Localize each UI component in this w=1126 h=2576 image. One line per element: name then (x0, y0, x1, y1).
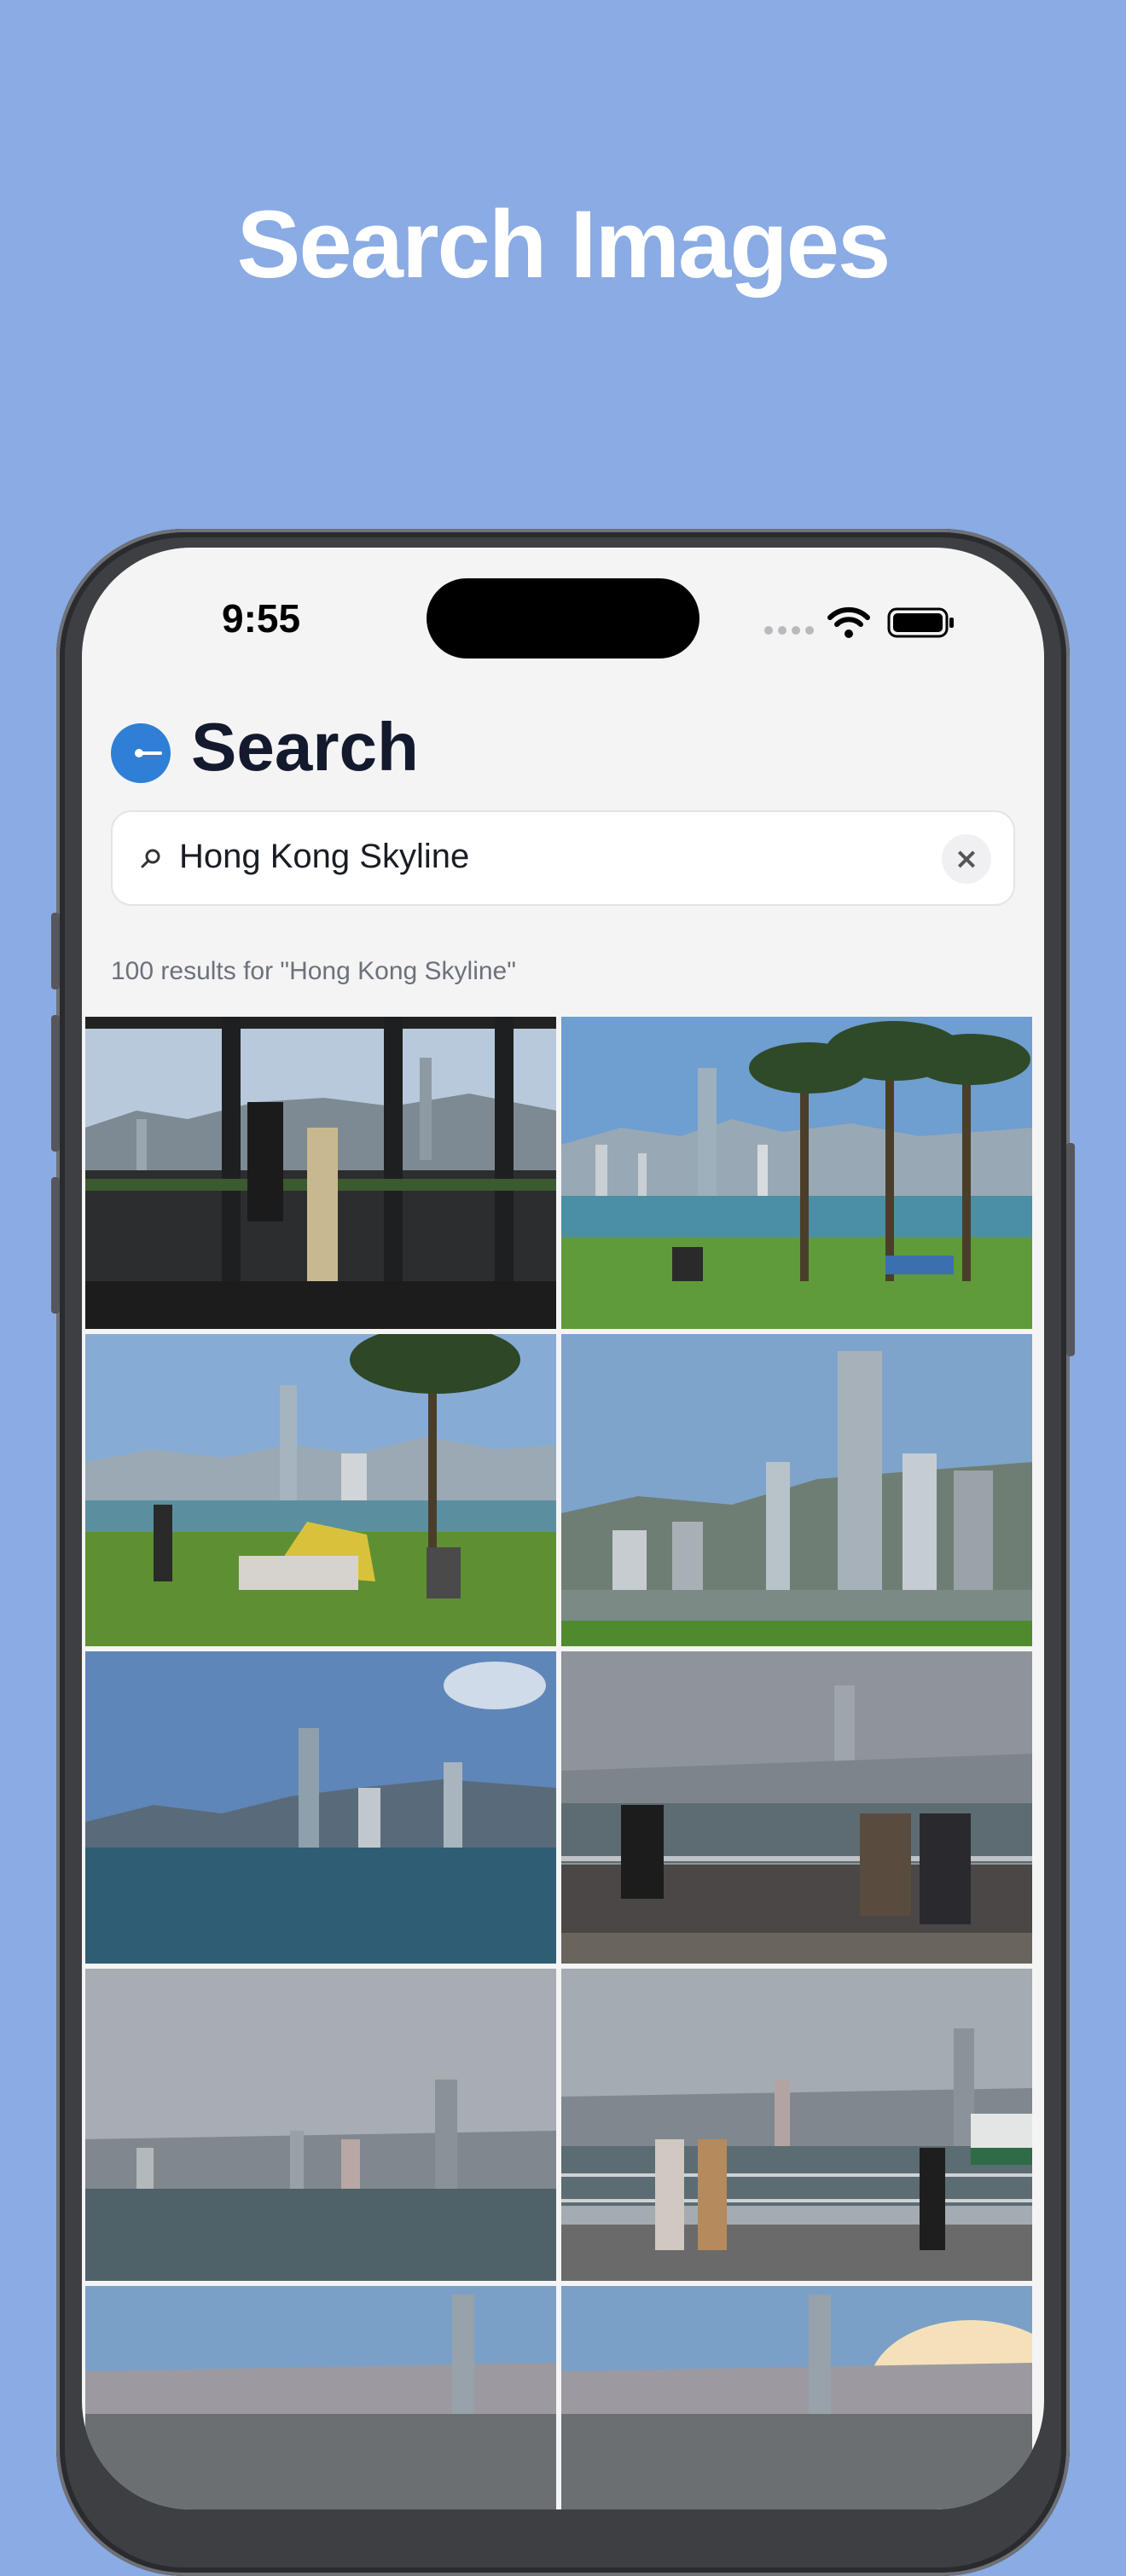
dynamic-island (427, 578, 699, 659)
page-title: Search (191, 709, 419, 785)
photo-thumbnail[interactable] (561, 2286, 1032, 2509)
status-time: 9:55 (222, 596, 301, 641)
search-input[interactable]: Hong Kong Skyline (179, 838, 469, 876)
side-button (51, 913, 60, 989)
close-icon[interactable]: × (942, 834, 991, 884)
photo-thumbnail[interactable] (561, 1969, 1032, 2281)
app-logo-icon (111, 723, 171, 783)
photo-thumbnail[interactable] (85, 1017, 556, 1329)
side-button (51, 1177, 60, 1314)
results-count: 100 results for "Hong Kong Skyline" (111, 957, 516, 985)
side-button (51, 1015, 60, 1152)
photo-thumbnail[interactable] (561, 1017, 1032, 1329)
status-dots (764, 626, 814, 635)
search-icon (141, 849, 160, 868)
photo-thumbnail[interactable] (561, 1651, 1032, 1964)
photo-thumbnail[interactable] (85, 1969, 556, 2281)
photo-thumbnail[interactable] (85, 1334, 556, 1646)
battery-icon (887, 607, 954, 638)
photo-thumbnail[interactable] (561, 1334, 1032, 1646)
photo-grid (85, 1017, 1041, 2509)
phone-screen: 9:55 Search Hong Kong Skyline × 100 resu… (82, 548, 1044, 2509)
promo-headline: Search Images (236, 191, 891, 298)
photo-thumbnail[interactable] (85, 2286, 556, 2509)
photo-thumbnail[interactable] (85, 1651, 556, 1964)
search-field[interactable]: Hong Kong Skyline × (111, 810, 1015, 906)
wifi-icon (827, 606, 870, 638)
side-button (1066, 1143, 1075, 1356)
